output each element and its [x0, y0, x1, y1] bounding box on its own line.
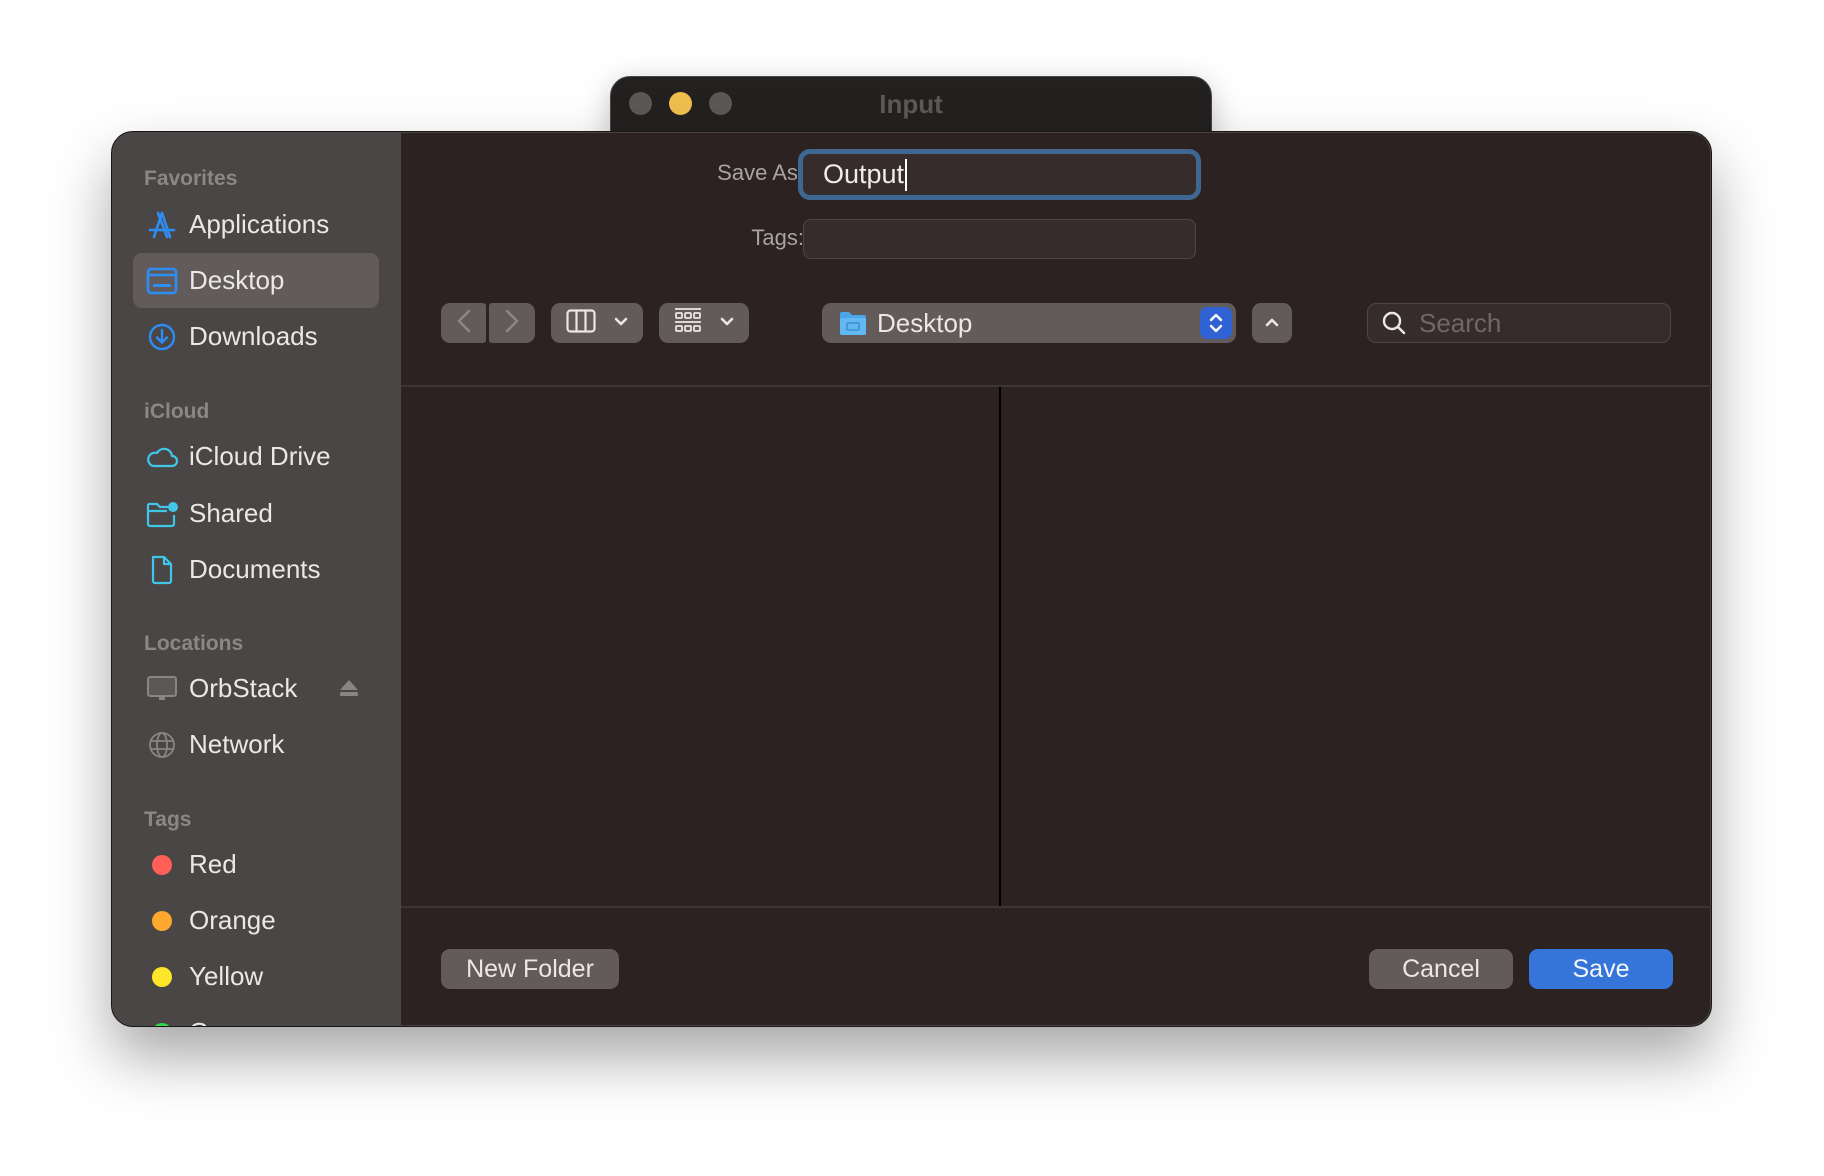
cancel-button[interactable]: Cancel: [1369, 949, 1513, 989]
forward-button[interactable]: [489, 303, 535, 343]
sidebar-item-label: OrbStack: [189, 673, 298, 703]
yellow-tag-dot-icon: [152, 966, 172, 987]
sidebar-item-tag-orange[interactable]: Orange: [133, 893, 379, 948]
sidebar-item-label: iCloud Drive: [189, 441, 331, 471]
sidebar-item-shared[interactable]: Shared: [133, 486, 379, 541]
location-popup[interactable]: Desktop: [822, 303, 1236, 343]
chevron-right-icon: [505, 309, 519, 338]
sidebar-item-tag-yellow[interactable]: Yellow: [133, 949, 379, 1004]
sidebar-item-network[interactable]: Network: [133, 717, 379, 772]
green-tag-dot-icon: [152, 1022, 172, 1026]
orange-tag-dot-icon: [152, 910, 172, 931]
cloud-icon: [145, 440, 179, 474]
save-as-label: Save As:: [717, 160, 804, 185]
desktop-icon: [145, 264, 179, 298]
chevron-down-icon: [614, 314, 628, 332]
search-icon: [1381, 310, 1407, 336]
sidebar-item-tag-red[interactable]: Red: [133, 837, 379, 892]
save-as-value: Output: [823, 159, 905, 189]
save-dialog: Favorites Applications Desktop Downloads…: [111, 131, 1712, 1027]
file-browser[interactable]: [401, 387, 1711, 908]
sidebar-item-applications[interactable]: Applications: [133, 197, 379, 252]
group-mode-button[interactable]: [659, 303, 749, 343]
tags-label: Tags:: [751, 225, 804, 250]
sidebar-item-label: Applications: [189, 209, 330, 239]
sidebar-item-label: Shared: [189, 498, 273, 528]
sidebar-item-documents[interactable]: Documents: [133, 542, 379, 597]
sidebar-item-label: Desktop: [189, 265, 285, 295]
view-mode-button[interactable]: [551, 303, 643, 343]
sidebar-item-label: Green: [189, 1017, 261, 1026]
column-view-icon: [566, 308, 596, 338]
globe-icon: [145, 728, 179, 762]
red-tag-dot-icon: [152, 854, 172, 875]
sidebar-item-downloads[interactable]: Downloads: [133, 309, 379, 364]
search-input[interactable]: [1419, 307, 1649, 339]
applications-icon: [145, 208, 179, 242]
sidebar-item-label: Yellow: [189, 961, 264, 991]
sidebar-item-label: Network: [189, 729, 285, 759]
sidebar-item-label: Documents: [189, 554, 321, 584]
column-divider[interactable]: [999, 387, 1001, 908]
grid-view-icon: [674, 307, 702, 340]
tags-input[interactable]: [803, 219, 1196, 259]
eject-icon[interactable]: [339, 678, 359, 703]
sidebar-item-label: Orange: [189, 905, 276, 935]
new-folder-button[interactable]: New Folder: [441, 949, 619, 989]
sidebar-item-icloud-drive[interactable]: iCloud Drive: [133, 429, 379, 484]
location-label: Desktop: [877, 307, 973, 338]
expand-collapse-button[interactable]: [1252, 303, 1292, 343]
sidebar-header-icloud: iCloud: [144, 400, 210, 423]
save-as-input[interactable]: Output: [798, 149, 1201, 200]
chevron-up-icon: [1265, 314, 1279, 332]
sidebar-header-tags: Tags: [144, 808, 192, 831]
sidebar-header-locations: Locations: [144, 632, 244, 655]
main-panel: Save As: Output Tags: Desktop Search New…: [401, 132, 1711, 1026]
downloads-icon: [145, 320, 179, 354]
sidebar-item-tag-green[interactable]: Green: [133, 1005, 379, 1026]
folder-icon: [839, 310, 867, 336]
sidebar-item-label: Red: [189, 849, 237, 879]
search-field[interactable]: [1367, 303, 1671, 343]
window-title: Input: [879, 89, 943, 119]
sidebar: Favorites Applications Desktop Downloads…: [112, 132, 401, 1026]
up-down-chevron-icon: [1200, 307, 1232, 339]
shared-folder-icon: [145, 497, 179, 531]
chevron-down-icon: [720, 314, 734, 332]
monitor-icon: [145, 672, 179, 706]
sidebar-item-orbstack[interactable]: OrbStack: [133, 661, 379, 716]
footer-divider: [401, 906, 1711, 908]
sidebar-item-desktop[interactable]: Desktop: [133, 253, 379, 308]
text-caret: [905, 158, 908, 191]
sidebar-item-label: Downloads: [189, 321, 318, 351]
back-button[interactable]: [441, 303, 486, 343]
chevron-left-icon: [457, 309, 471, 338]
save-button[interactable]: Save: [1529, 949, 1673, 989]
document-icon: [145, 553, 179, 587]
sidebar-header-favorites: Favorites: [144, 167, 238, 190]
